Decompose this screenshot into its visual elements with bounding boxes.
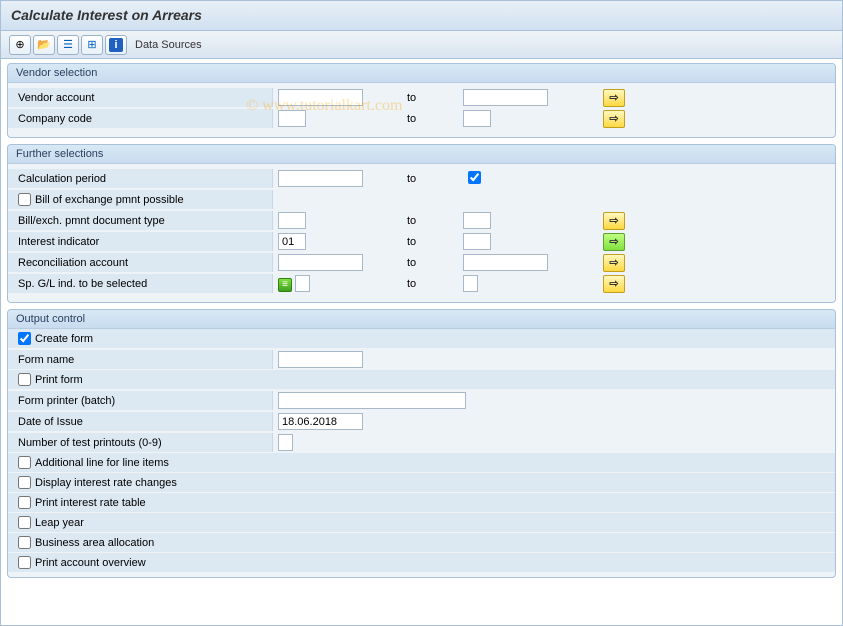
reconciliation-from[interactable] [278, 254, 363, 271]
to-label: to [403, 113, 463, 125]
print-form-check[interactable] [18, 373, 31, 386]
arrow-right-icon: ⇨ [609, 256, 618, 269]
leap-year-check[interactable] [18, 516, 31, 529]
group-title-further: Further selections [8, 145, 835, 164]
multi-select-bill-exch-doc[interactable]: ⇨ [603, 212, 625, 230]
calc-period-to-check[interactable] [468, 171, 481, 184]
multi-select-sp-gl-ind[interactable]: ⇨ [603, 275, 625, 293]
label-additional-line: Additional line for line items [35, 457, 169, 469]
bill-exch-doc-from[interactable] [278, 212, 306, 229]
label-leap-year: Leap year [35, 517, 84, 529]
business-area-check[interactable] [18, 536, 31, 549]
get-variant-button[interactable]: 📂 [33, 35, 55, 55]
form-name-input[interactable] [278, 351, 363, 368]
label-num-test: Number of test printouts (0-9) [8, 433, 273, 452]
date-issue-input[interactable] [278, 413, 363, 430]
group-further-selections: Further selections Calculation period to… [7, 144, 836, 303]
arrow-right-icon: ⇨ [609, 112, 618, 125]
sp-gl-ind-to[interactable] [463, 275, 478, 292]
execute-button[interactable]: ⊕ [9, 35, 31, 55]
reconciliation-to[interactable] [463, 254, 548, 271]
label-bill-exchange-possible: Bill of exchange pmnt possible [8, 190, 273, 209]
print-account-overview-check[interactable] [18, 556, 31, 569]
to-label: to [403, 215, 463, 227]
arrow-right-icon: ⇨ [609, 277, 618, 290]
print-rate-table-check[interactable] [18, 496, 31, 509]
label-display-rate: Display interest rate changes [35, 477, 177, 489]
label-vendor-account: Vendor account [8, 88, 273, 107]
label-print-form: Print form [35, 374, 83, 386]
label-date-issue: Date of Issue [8, 412, 273, 431]
interest-ind-to[interactable] [463, 233, 491, 250]
multi-select-reconciliation[interactable]: ⇨ [603, 254, 625, 272]
group-title-output: Output control [8, 310, 835, 329]
label-interest-ind: Interest indicator [8, 232, 273, 251]
form-printer-input[interactable] [278, 392, 466, 409]
multi-select-company-code[interactable]: ⇨ [603, 110, 625, 128]
plus-icon: ⊞ [87, 38, 96, 51]
to-label: to [403, 278, 463, 290]
sp-gl-ind-from[interactable] [295, 275, 310, 292]
toolbar: ⊕ 📂 ☰ ⊞ i Data Sources [1, 31, 842, 59]
label-sp-gl-ind: Sp. G/L ind. to be selected [8, 274, 273, 293]
title-bar: Calculate Interest on Arrears [1, 1, 842, 31]
label-bill-exch-doc: Bill/exch. pmnt document type [8, 211, 273, 230]
equals-indicator-icon[interactable] [278, 278, 292, 292]
arrow-right-icon: ⇨ [609, 214, 618, 227]
label-form-printer: Form printer (batch) [8, 391, 273, 410]
bill-exchange-possible-check[interactable] [18, 193, 31, 206]
label-create-form: Create form [35, 333, 93, 345]
info-button[interactable]: i [105, 35, 127, 55]
group-vendor-selection: Vendor selection Vendor account to ⇨ Com… [7, 63, 836, 138]
company-code-from[interactable] [278, 110, 306, 127]
label-form-name: Form name [8, 350, 273, 369]
multi-select-interest-ind[interactable]: ⇨ [603, 233, 625, 251]
vendor-account-to[interactable] [463, 89, 548, 106]
folder-icon: 📂 [37, 38, 51, 51]
additional-line-check[interactable] [18, 456, 31, 469]
create-form-check[interactable] [18, 332, 31, 345]
list-icon: ☰ [63, 38, 73, 51]
label-business-area: Business area allocation [35, 537, 154, 549]
arrow-right-icon: ⇨ [609, 235, 618, 248]
label-reconciliation: Reconciliation account [8, 253, 273, 272]
new-button[interactable]: ⊞ [81, 35, 103, 55]
info-icon: i [109, 38, 123, 52]
multi-select-vendor-account[interactable]: ⇨ [603, 89, 625, 107]
arrow-right-icon: ⇨ [609, 91, 618, 104]
list-button[interactable]: ☰ [57, 35, 79, 55]
display-rate-changes-check[interactable] [18, 476, 31, 489]
bill-exch-doc-to[interactable] [463, 212, 491, 229]
to-label: to [403, 173, 463, 185]
to-label: to [403, 257, 463, 269]
label-calc-period: Calculation period [8, 169, 273, 188]
vendor-account-from[interactable] [278, 89, 363, 106]
calc-period-from[interactable] [278, 170, 363, 187]
to-label: to [403, 236, 463, 248]
group-title-vendor: Vendor selection [8, 64, 835, 83]
interest-ind-from[interactable] [278, 233, 306, 250]
num-test-input[interactable] [278, 434, 293, 451]
clock-icon: ⊕ [15, 38, 24, 51]
label-print-account: Print account overview [35, 557, 146, 569]
company-code-to[interactable] [463, 110, 491, 127]
label-company-code: Company code [8, 109, 273, 128]
data-sources-button[interactable]: Data Sources [135, 39, 202, 51]
label-print-rate-table: Print interest rate table [35, 497, 146, 509]
group-output-control: Output control Create form Form name Pri… [7, 309, 836, 578]
to-label: to [403, 92, 463, 104]
page-title: Calculate Interest on Arrears [11, 7, 832, 23]
